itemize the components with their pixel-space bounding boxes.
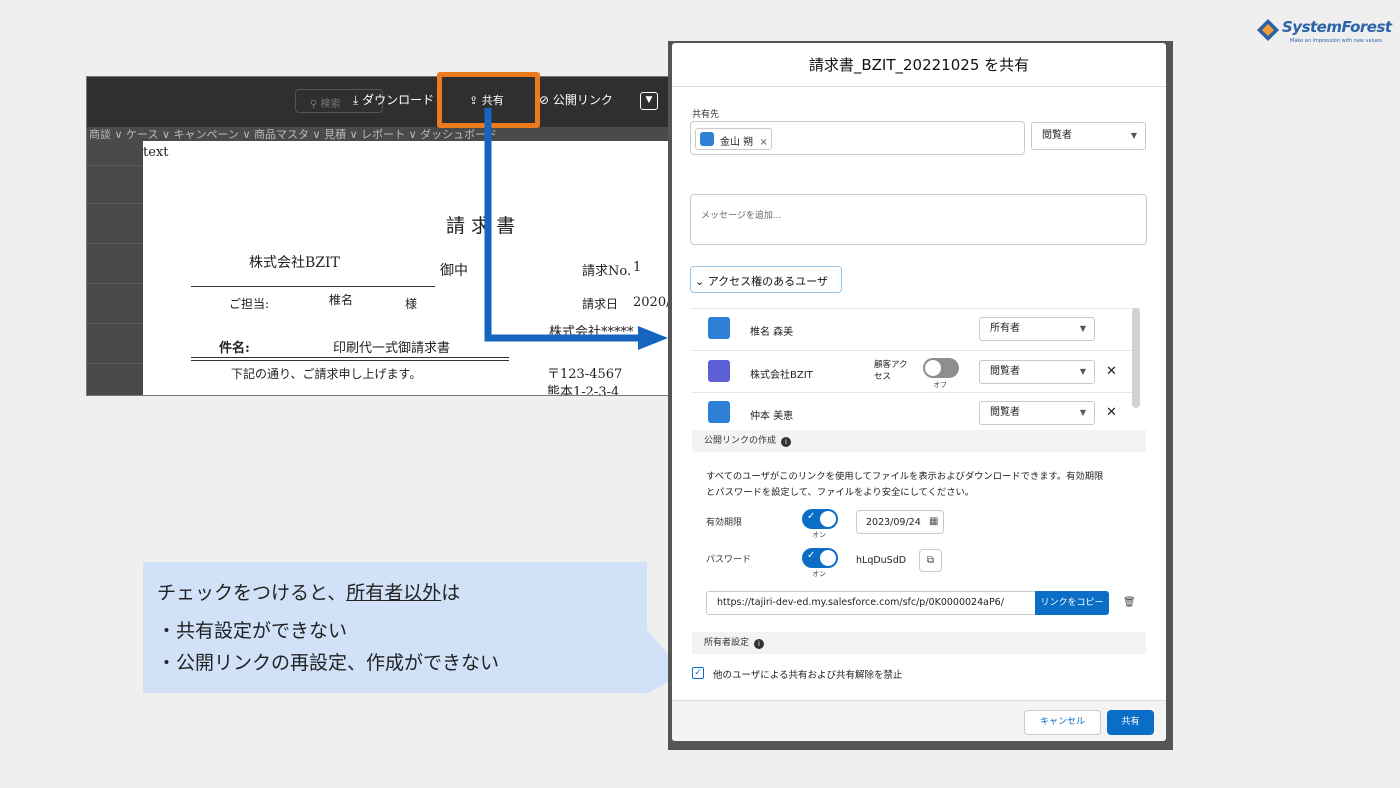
callout-box: チェックをつけると、所有者以外は ・共有設定ができない ・公開リンクの再設定、作… bbox=[143, 562, 647, 693]
invoice-note: 下記の通り、ご請求申し上げます。 bbox=[231, 367, 422, 381]
scrollbar[interactable] bbox=[1132, 308, 1140, 408]
user-list: 椎名 森美 所有者 ▼ 株式会社BZIT 顧客アクセス オフ 閲覧者 ▼ ✕ 仲本 … bbox=[692, 308, 1142, 425]
user-icon bbox=[708, 401, 730, 423]
share-to-label: 共有先 bbox=[692, 110, 720, 120]
role-select[interactable]: 閲覧者 ▼ bbox=[979, 401, 1095, 425]
copy-link-button[interactable]: リンクをコピー bbox=[1035, 591, 1109, 615]
role-select[interactable]: 所有者 ▼ bbox=[979, 317, 1095, 341]
subject-label: 件名: bbox=[219, 341, 250, 356]
expiry-date-input[interactable]: 2023/09/24 ▦ bbox=[856, 510, 944, 534]
list-item: 椎名 森美 所有者 ▼ bbox=[692, 308, 1140, 350]
remove-user-icon[interactable]: ✕ bbox=[1106, 364, 1117, 379]
password-label: パスワード bbox=[706, 555, 752, 565]
link-icon: ⊘ bbox=[539, 93, 553, 107]
trash-icon[interactable]: 🗑 bbox=[1123, 597, 1136, 608]
list-column bbox=[87, 143, 143, 395]
remove-user-icon[interactable]: ✕ bbox=[1106, 405, 1117, 420]
prohibit-sharing-label: 他のユーザによる共有および共有解除を禁止 bbox=[713, 670, 903, 681]
chevron-down-icon: ▼ bbox=[1130, 131, 1137, 140]
callout-line-2: ・共有設定ができない bbox=[157, 620, 348, 642]
expiry-toggle[interactable]: ✓ bbox=[802, 509, 838, 529]
remove-recipient-icon[interactable]: × bbox=[759, 137, 767, 148]
brand-logo-icon bbox=[1257, 19, 1279, 41]
user-icon bbox=[708, 317, 730, 339]
public-link-description-1: すべてのユーザがこのリンクを使用してファイルを表示およびダウンロードできます。有… bbox=[706, 471, 1104, 482]
address: 熊本1-2-3-4 bbox=[547, 385, 620, 396]
chevron-down-icon: ▼ bbox=[1079, 408, 1086, 417]
subject-value: 印刷代一式御請求書 bbox=[333, 341, 451, 356]
customer-access-label: 顧客アクセス bbox=[874, 360, 908, 382]
download-icon: ⤓ bbox=[353, 93, 363, 107]
chevron-down-icon: ⌄ bbox=[695, 275, 705, 288]
arrow-icon bbox=[484, 108, 668, 350]
building-icon bbox=[708, 360, 730, 382]
role-select[interactable]: 閲覧者 ▼ bbox=[979, 360, 1095, 384]
cancel-button[interactable]: キャンセル bbox=[1024, 710, 1101, 735]
list-item: 仲本 美恵 閲覧者 ▼ ✕ bbox=[692, 392, 1140, 425]
recipient-pill: 金山 朔 × bbox=[695, 128, 772, 150]
brand-name: SystemForest bbox=[1282, 18, 1392, 36]
dialog-title: 請求書_BZIT_20221025 を共有 bbox=[672, 43, 1166, 87]
customer-access-toggle[interactable] bbox=[923, 358, 959, 378]
info-icon[interactable]: i bbox=[781, 437, 792, 447]
access-users-toggle[interactable]: ⌄ アクセス権のあるユーザ bbox=[690, 266, 842, 293]
check-icon: ✓ bbox=[807, 511, 816, 522]
public-link-section: 公開リンクの作成 i bbox=[692, 430, 1146, 452]
password-toggle[interactable]: ✓ bbox=[802, 548, 838, 568]
permission-select[interactable]: 閲覧者 ▼ bbox=[1031, 122, 1146, 150]
info-icon[interactable]: i bbox=[754, 639, 765, 649]
owner-settings-section: 所有者設定 i bbox=[692, 632, 1146, 654]
text-tag: text bbox=[143, 145, 169, 160]
brand-tagline: Make an impression with new values. bbox=[1290, 38, 1384, 44]
contact-label: ご担当: bbox=[229, 297, 270, 311]
contact-sama: 様 bbox=[405, 297, 418, 311]
check-icon: ✓ bbox=[694, 668, 702, 678]
callout-line-1: チェックをつけると、所有者以外は bbox=[157, 582, 461, 604]
contact-name: 椎名 bbox=[329, 293, 354, 307]
invoice-company: 株式会社BZIT bbox=[249, 255, 340, 271]
chevron-down-icon: ▼ bbox=[1079, 367, 1086, 376]
check-icon: ✓ bbox=[807, 550, 816, 561]
password-value: hLqDuSdD bbox=[856, 555, 907, 566]
download-button[interactable]: ⤓ ダウンロード bbox=[353, 91, 434, 108]
expiry-label: 有効期限 bbox=[706, 518, 743, 528]
postal-code: 〒123-4567 bbox=[547, 367, 623, 382]
invoice-onchu: 御中 bbox=[440, 263, 468, 279]
chevron-down-icon: ▼ bbox=[1079, 324, 1086, 333]
public-link-description-2: とパスワードを設定して、ファイルをより安全にしてください。 bbox=[706, 487, 975, 498]
public-link-url-input[interactable]: https://tajiri-dev-ed.my.salesforce.com/… bbox=[706, 591, 1036, 615]
copy-password-icon[interactable]: ⧉ bbox=[919, 549, 942, 572]
calendar-icon[interactable]: ▦ bbox=[929, 516, 938, 527]
chevron-down-icon: ▼ bbox=[645, 95, 653, 105]
user-icon bbox=[700, 132, 714, 146]
search-icon: ⚲ bbox=[310, 99, 321, 110]
list-item: 株式会社BZIT 顧客アクセス オフ 閲覧者 ▼ ✕ bbox=[692, 350, 1140, 392]
callout-emphasis: 所有者以外 bbox=[346, 582, 442, 604]
prohibit-sharing-checkbox[interactable]: ✓ bbox=[692, 667, 704, 679]
callout-line-3: ・公開リンクの再設定、作成ができない bbox=[157, 652, 500, 674]
recipient-input[interactable]: 金山 朔 × bbox=[690, 121, 1025, 155]
message-textarea[interactable]: メッセージを追加... bbox=[690, 194, 1147, 245]
share-dialog: 請求書_BZIT_20221025 を共有 共有先 金山 朔 × 閲覧者 ▼ メ… bbox=[672, 43, 1166, 741]
share-submit-button[interactable]: 共有 bbox=[1107, 710, 1154, 735]
